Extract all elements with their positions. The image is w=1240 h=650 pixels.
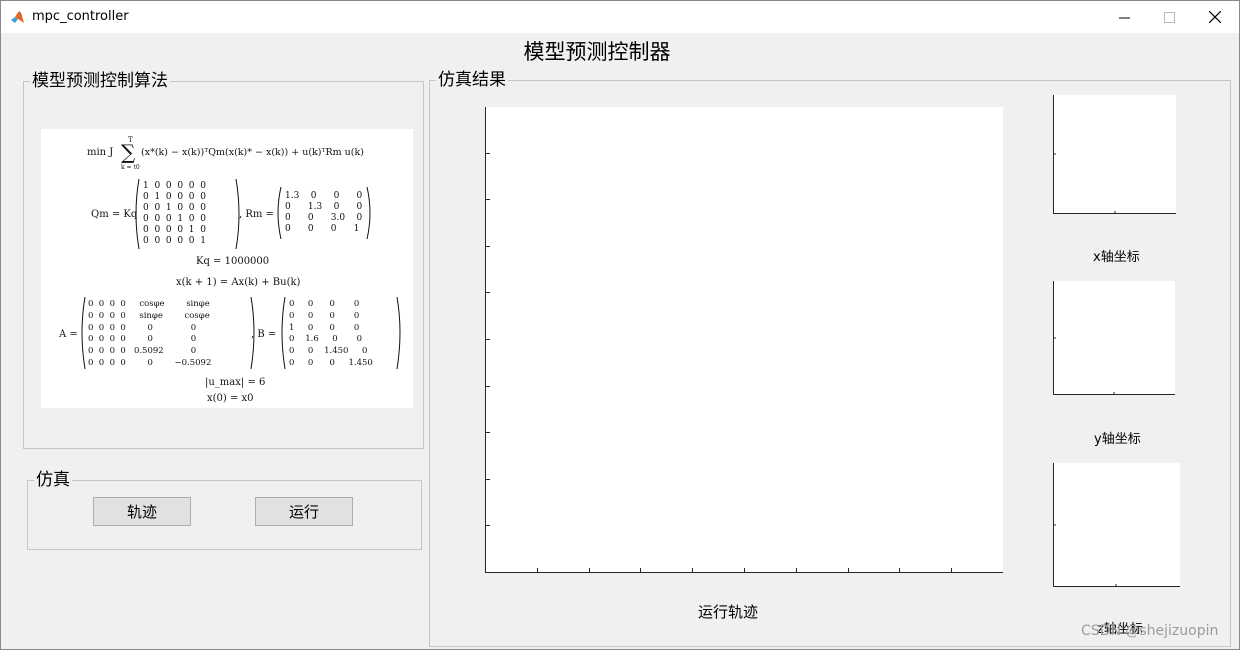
main-y-ticks bbox=[486, 153, 490, 573]
a-lhs: A = bbox=[58, 329, 78, 340]
qm-bracket-left bbox=[135, 178, 140, 250]
mpc-formula-svg: min J T ∑ k = t0 (x*(k) − x(k))ᵀQm(x(k)*… bbox=[58, 136, 401, 404]
a-row-4: 0 0 0 0 0 0 bbox=[88, 334, 196, 344]
b-bracket-right bbox=[396, 296, 401, 370]
app-title: 模型预测控制器 bbox=[523, 40, 671, 64]
a-row-1: 0 0 0 0 cosφe sinφe bbox=[88, 299, 210, 309]
z-axes-frame bbox=[1053, 463, 1180, 587]
objective-right: (x*(k) − x(k))ᵀQm(x(k)* − x(k)) + u(k)ᵀR… bbox=[141, 147, 364, 158]
x-coordinate-axes[interactable] bbox=[1053, 95, 1176, 214]
qm-lhs: Qm = Kq bbox=[91, 209, 138, 220]
b-row-3: 1 0 0 0 bbox=[289, 323, 359, 333]
run-button[interactable]: 运行 bbox=[255, 497, 353, 526]
minimize-button[interactable] bbox=[1101, 1, 1147, 33]
qm-row-2: 0 1 0 0 0 0 bbox=[143, 192, 206, 202]
z-coordinate-axes[interactable] bbox=[1053, 463, 1180, 587]
y-axes-frame bbox=[1053, 281, 1175, 395]
qm-row-6: 0 0 0 0 0 1 bbox=[143, 236, 206, 246]
simulation-panel-label: 仿真 bbox=[34, 470, 72, 490]
algorithm-panel: 模型预测控制算法 min J T ∑ k = t0 (x*(k) − x(k))… bbox=[23, 71, 424, 449]
y-coordinate-axes[interactable] bbox=[1053, 281, 1175, 395]
results-panel-label: 仿真结果 bbox=[436, 70, 508, 90]
rm-row-4: 0 0 0 1 bbox=[285, 224, 359, 234]
b-bracket-left bbox=[281, 296, 286, 370]
rm-lhs: , Rm = bbox=[239, 209, 274, 220]
qm-row-1: 1 0 0 0 0 0 bbox=[143, 181, 206, 191]
rm-bracket-left bbox=[277, 186, 282, 240]
b-row-1: 0 0 0 0 bbox=[289, 299, 359, 309]
title-bar[interactable]: mpc_controller bbox=[1, 1, 1239, 33]
y-axes-caption: y轴坐标 bbox=[1094, 432, 1141, 447]
input-constraint: |u_max| = 6 bbox=[205, 377, 265, 388]
qm-row-4: 0 0 0 1 0 0 bbox=[143, 214, 206, 224]
state-equation: x(k + 1) = Ax(k) + Bu(k) bbox=[176, 277, 301, 288]
trajectory-button[interactable]: 轨迹 bbox=[93, 497, 191, 526]
main-trajectory-axes[interactable] bbox=[485, 107, 1003, 573]
b-lhs: , B = bbox=[251, 329, 276, 340]
b-row-2: 0 0 0 0 bbox=[289, 311, 359, 321]
window-title: mpc_controller bbox=[32, 9, 129, 24]
x-axes-caption: x轴坐标 bbox=[1093, 250, 1140, 265]
main-axes-caption: 运行轨迹 bbox=[698, 603, 759, 621]
main-axes-frame bbox=[485, 107, 1003, 573]
initial-condition: x(0) = x0 bbox=[207, 393, 254, 404]
csdn-watermark: CSDN @shejizuopin bbox=[1081, 623, 1219, 639]
objective-left: min J bbox=[87, 147, 113, 158]
maximize-button[interactable] bbox=[1146, 1, 1192, 33]
b-row-5: 0 0 1.450 0 bbox=[289, 346, 367, 356]
sum-symbol: ∑ bbox=[121, 140, 136, 164]
rm-row-3: 0 0 3.0 0 bbox=[285, 213, 363, 223]
rm-bracket-right bbox=[366, 186, 371, 240]
maximize-icon bbox=[1163, 11, 1175, 23]
app-window: mpc_controller 模型预测控制器 模型预测控制算法 min J T … bbox=[0, 0, 1240, 650]
a-row-6: 0 0 0 0 0 −0.5092 bbox=[88, 358, 211, 368]
close-button[interactable] bbox=[1192, 1, 1238, 33]
a-row-2: 0 0 0 0 sinφe cosφe bbox=[88, 311, 210, 321]
main-x-ticks bbox=[485, 568, 952, 572]
b-row-6: 0 0 0 1.450 bbox=[289, 358, 373, 368]
b-row-4: 0 1.6 0 0 bbox=[289, 334, 362, 344]
matlab-logo-icon bbox=[11, 11, 24, 23]
a-row-3: 0 0 0 0 0 0 bbox=[88, 323, 196, 333]
rm-row-2: 0 1.3 0 0 bbox=[285, 202, 363, 212]
minimize-icon bbox=[1118, 17, 1130, 18]
x-axes-frame bbox=[1053, 95, 1176, 214]
a-row-5: 0 0 0 0 0.5092 0 bbox=[88, 346, 196, 356]
a-bracket-left bbox=[81, 296, 86, 370]
qm-row-5: 0 0 0 0 1 0 bbox=[143, 225, 206, 235]
qm-row-3: 0 0 1 0 0 0 bbox=[143, 203, 206, 213]
close-icon bbox=[1209, 11, 1221, 23]
algorithm-panel-label: 模型预测控制算法 bbox=[30, 71, 170, 91]
kq-equation: Kq = 1000000 bbox=[196, 256, 269, 267]
rm-row-1: 1.3 0 0 0 bbox=[285, 191, 363, 201]
mpc-formula-image: min J T ∑ k = t0 (x*(k) − x(k))ᵀQm(x(k)*… bbox=[41, 129, 413, 408]
simulation-panel: 仿真 轨迹 运行 bbox=[27, 470, 422, 550]
sum-bottom: k = t0 bbox=[121, 164, 140, 171]
